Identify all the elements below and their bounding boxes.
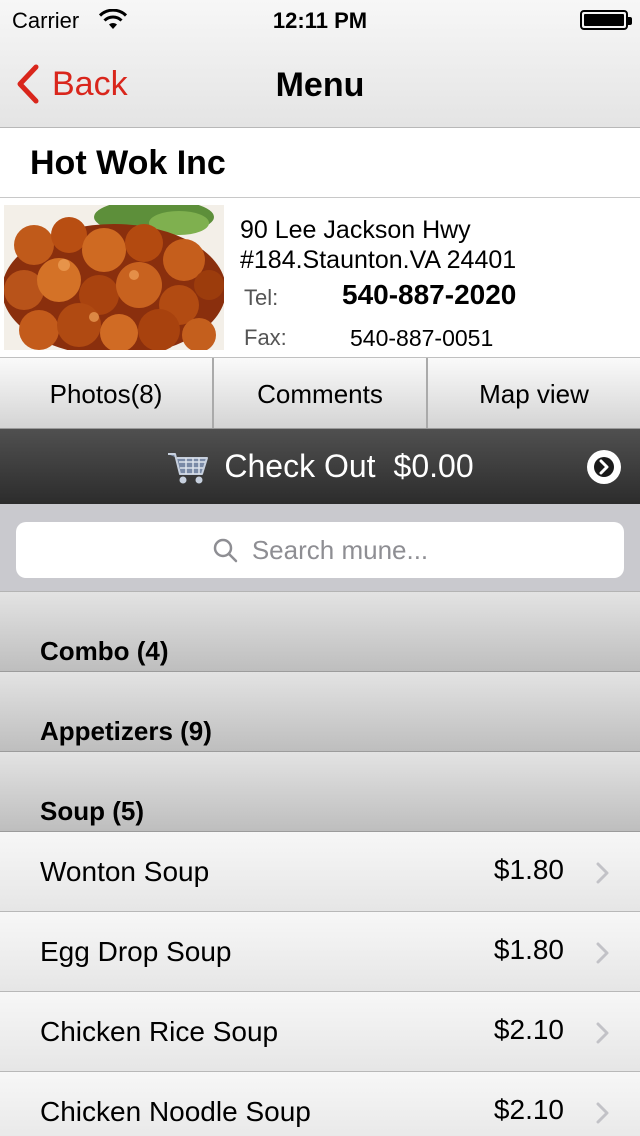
address-line-1: 90 Lee Jackson Hwy (240, 216, 471, 244)
tel-value[interactable]: 540-887-2020 (342, 279, 516, 311)
section-label: Soup (5) (40, 796, 144, 826)
fax-label: Fax: (244, 325, 287, 350)
section-header-soup[interactable]: Soup (5) (0, 752, 640, 832)
menu-item[interactable]: Wonton Soup $1.80 (0, 832, 640, 912)
info-tabs: Photos(8) Comments Map view (0, 357, 640, 429)
search-input[interactable]: Search mune... (16, 522, 624, 578)
restaurant-info: 90 Lee Jackson Hwy #184.Staunton.VA 2440… (240, 215, 636, 355)
fax-value: 540-887-0051 (350, 325, 494, 351)
item-price: $1.80 (493, 934, 564, 965)
section-label: Combo (4) (40, 636, 169, 666)
menu-item[interactable]: Chicken Noodle Soup $2.10 (0, 1072, 640, 1136)
status-bar: Carrier 12:11 PM (0, 0, 640, 40)
divider (0, 197, 640, 198)
menu-item[interactable]: Egg Drop Soup $1.80 (0, 912, 640, 992)
fax-row: Fax: 540-887-0051 (240, 317, 636, 355)
item-price: $2.10 (493, 1014, 564, 1045)
item-name: Chicken Rice Soup (40, 1016, 279, 1047)
battery-icon (580, 10, 632, 30)
tab-map-view[interactable]: Map view (428, 358, 640, 428)
section-header-appetizers[interactable]: Appetizers (9) (0, 672, 640, 752)
top-bar: Carrier 12:11 PM Back Menu (0, 0, 640, 128)
shopping-cart-icon (168, 452, 209, 483)
chevron-right-icon (596, 942, 609, 964)
navigation-bar: Back Menu (0, 40, 640, 128)
chevron-right-icon (596, 862, 609, 884)
tel-label: Tel: (244, 285, 279, 310)
item-name: Chicken Noodle Soup (40, 1096, 311, 1127)
item-name: Wonton Soup (40, 856, 210, 887)
tel-row: Tel: 540-887-2020 (240, 277, 636, 315)
chevron-right-circle-icon (587, 450, 621, 484)
clock: 12:11 PM (272, 8, 368, 33)
search-icon (213, 538, 238, 563)
tab-photos[interactable]: Photos(8) (0, 358, 214, 428)
restaurant-photo[interactable] (4, 205, 224, 350)
tab-comments[interactable]: Comments (214, 358, 428, 428)
restaurant-name: Hot Wok Inc (30, 144, 226, 182)
menu-item[interactable]: Chicken Rice Soup $2.10 (0, 992, 640, 1072)
section-header-combo[interactable]: Combo (4) (0, 592, 640, 672)
address-line-2: #184.Staunton.VA 24401 (240, 246, 517, 274)
food-photo-image (4, 205, 224, 350)
search-placeholder: Search mune... (251, 534, 429, 565)
menu-list: Combo (4) Appetizers (9) Soup (5) Wonton… (0, 592, 640, 1136)
item-name: Egg Drop Soup (40, 936, 232, 967)
checkout-label: Check Out (224, 448, 376, 484)
chevron-right-icon (596, 1022, 609, 1044)
section-label: Appetizers (9) (40, 716, 212, 746)
search-bar: Search mune... (0, 504, 640, 592)
item-price: $2.10 (493, 1094, 564, 1125)
page-title: Menu (275, 66, 365, 104)
chevron-right-icon (596, 1102, 609, 1124)
checkout-total: $0.00 (393, 448, 474, 484)
checkout-button[interactable]: Check Out $0.00 (0, 429, 640, 504)
item-price: $1.80 (493, 854, 564, 885)
